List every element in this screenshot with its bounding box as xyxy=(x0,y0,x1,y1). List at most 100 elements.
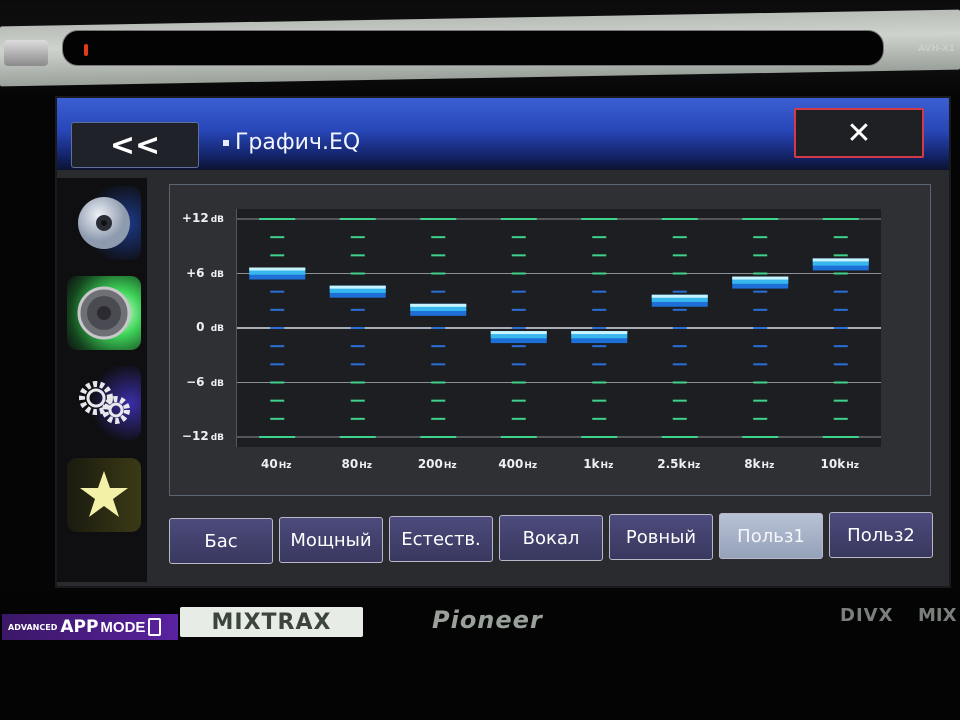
band-tick xyxy=(511,345,526,348)
band-slider-10khz[interactable] xyxy=(812,258,869,271)
x-tick-value: 40 xyxy=(261,457,278,471)
eject-button[interactable] xyxy=(4,40,48,66)
band-tick xyxy=(833,381,848,384)
x-tick-value: 8k xyxy=(744,457,761,471)
band-tick xyxy=(672,327,687,329)
band-tick xyxy=(511,417,526,420)
y-tick-value: −6 xyxy=(186,374,209,389)
y-tick-label: +12 dB xyxy=(182,211,224,225)
band-tick xyxy=(672,399,687,402)
band-tick xyxy=(833,363,848,366)
band-slider-1khz[interactable] xyxy=(571,331,628,344)
preset-bar: Бас Мощный Естеств. Вокал Ровный Польз1 Польз2 xyxy=(169,512,939,564)
y-tick-label: −12 dB xyxy=(182,429,224,443)
band-tick xyxy=(511,272,526,275)
advanced-app-mode-badge: ADVANCED APP MODE xyxy=(2,614,178,640)
preset-button[interactable]: Польз2 xyxy=(829,512,933,558)
band-tick xyxy=(753,308,768,311)
device-bezel-top: AVH-X1 xyxy=(0,0,960,95)
band-tick xyxy=(270,381,285,384)
sidebar-item-settings[interactable] xyxy=(67,366,141,440)
band-slider-200hz[interactable] xyxy=(410,303,467,316)
y-tick-value: +6 xyxy=(186,265,209,280)
x-tick-label: 10kHz xyxy=(821,457,859,471)
band-tick xyxy=(592,363,607,366)
mix-logo: MIX xyxy=(918,605,957,626)
band-tick xyxy=(511,236,526,239)
sidebar-item-favorites[interactable] xyxy=(67,458,141,532)
eq-graph xyxy=(236,209,881,447)
band-tick xyxy=(420,436,457,438)
band-tick xyxy=(270,327,285,329)
band-tick xyxy=(753,381,768,384)
preset-button[interactable]: Естеств. xyxy=(389,516,493,562)
badge-app-text: APP xyxy=(60,617,99,637)
preset-button[interactable]: Ровный xyxy=(609,514,713,560)
band-tick xyxy=(431,236,446,239)
band-tick xyxy=(511,254,526,257)
band-tick xyxy=(672,308,687,311)
x-tick-unit: Hz xyxy=(443,461,457,471)
band-slider-400hz[interactable] xyxy=(490,331,547,344)
pioneer-logo: Pioneer xyxy=(432,606,543,634)
preset-button[interactable]: Мощный xyxy=(279,517,383,563)
badge-advanced-text: ADVANCED xyxy=(8,622,58,632)
disc-icon xyxy=(78,197,130,249)
back-button[interactable]: << xyxy=(71,122,199,168)
band-tick xyxy=(592,327,607,329)
x-tick-value: 10k xyxy=(820,457,846,471)
x-tick-label: 2.5kHz xyxy=(657,457,700,471)
band-tick xyxy=(592,254,607,257)
sidebar-item-disc[interactable] xyxy=(67,186,141,260)
band-tick xyxy=(259,436,296,438)
eq-chart xyxy=(237,218,881,438)
status-led xyxy=(84,44,88,56)
band-tick xyxy=(420,218,457,220)
band-tick xyxy=(592,345,607,348)
band-tick xyxy=(661,436,698,438)
band-slider-25khz[interactable] xyxy=(651,294,708,307)
band-tick xyxy=(753,399,768,402)
touch-screen: << Графич.EQ ✕ +12 dB +6 dB 0 dB −6 dB −… xyxy=(55,96,951,588)
band-tick xyxy=(270,399,285,402)
band-tick xyxy=(511,363,526,366)
close-button[interactable]: ✕ xyxy=(794,108,924,158)
band-tick xyxy=(270,308,285,311)
y-tick-label: +6 dB xyxy=(186,266,224,280)
band-tick xyxy=(431,254,446,257)
title-bullet-icon xyxy=(223,139,229,146)
band-tick xyxy=(753,290,768,293)
x-tick-unit: Hz xyxy=(600,461,614,471)
speaker-icon xyxy=(77,286,131,340)
band-tick xyxy=(672,381,687,384)
preset-button[interactable]: Вокал xyxy=(499,515,603,561)
band-tick xyxy=(500,436,537,438)
band-tick xyxy=(350,381,365,384)
band-slider-8khz[interactable] xyxy=(732,276,789,289)
band-tick xyxy=(511,290,526,293)
band-tick xyxy=(350,327,365,329)
y-tick-value: +12 xyxy=(181,211,209,225)
band-tick xyxy=(822,218,859,220)
band-tick xyxy=(511,308,526,311)
x-tick-unit: Hz xyxy=(761,461,775,471)
band-tick xyxy=(742,218,779,220)
band-tick xyxy=(431,417,446,420)
band-slider-80hz[interactable] xyxy=(329,285,386,298)
band-tick xyxy=(833,254,848,257)
sidebar-item-audio[interactable] xyxy=(67,276,141,350)
band-tick xyxy=(431,290,446,293)
x-tick-label: 1kHz xyxy=(583,457,613,471)
y-tick-unit: dB xyxy=(210,433,224,443)
band-slider-40hz[interactable] xyxy=(249,267,306,280)
band-tick xyxy=(753,236,768,239)
band-tick xyxy=(753,363,768,366)
band-tick xyxy=(672,272,687,275)
band-tick xyxy=(672,345,687,348)
band-tick xyxy=(592,308,607,311)
preset-button[interactable]: Бас xyxy=(169,518,273,564)
mixtrax-badge: MIXTRAX xyxy=(180,607,363,637)
band-tick xyxy=(270,417,285,420)
preset-button[interactable]: Польз1 xyxy=(719,513,823,559)
band-tick xyxy=(500,218,537,220)
